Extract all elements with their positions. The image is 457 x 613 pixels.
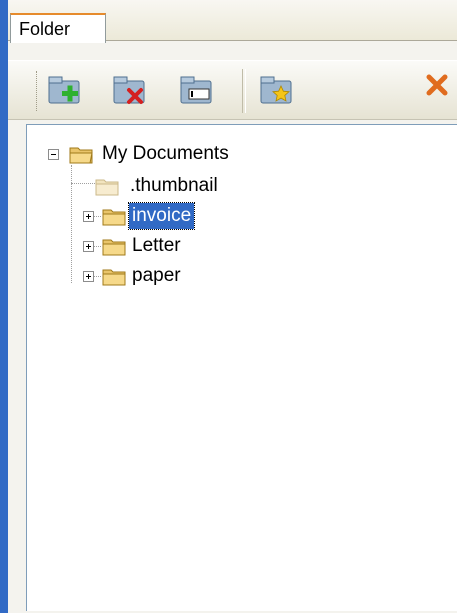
folder-toolbar [8,60,457,120]
tree-node-label: .thumbnail [130,175,218,196]
tree-node-letter[interactable]: Letter [27,233,457,259]
tree-node-paper[interactable]: paper [27,263,457,289]
expand-toggle[interactable] [83,271,94,282]
rename-folder-button[interactable] [178,73,218,109]
toolbar-separator [242,69,246,113]
rename-folder-icon [180,76,212,104]
tree-node-thumbnail[interactable]: .thumbnail [27,173,457,199]
delete-folder-icon [113,76,145,104]
expand-toggle[interactable] [83,241,94,252]
toolbar-grip[interactable] [36,71,41,111]
folder-icon [95,179,119,196]
folder-icon [102,269,126,286]
close-panel-button[interactable] [423,71,457,107]
tree-node-label: paper [132,265,181,286]
tab-folder-label: Folder [19,19,71,39]
collapse-toggle[interactable] [48,149,59,160]
tab-strip: Folder [8,0,457,43]
tab-folder[interactable]: Folder [10,13,106,43]
folder-panel: Folder My Documents .thumbnail invoice L… [8,0,457,613]
favorite-folder-icon [260,76,292,104]
tree-node-my-documents[interactable]: My Documents [27,141,457,167]
new-folder-button[interactable] [46,73,86,109]
favorite-folder-button[interactable] [258,73,298,109]
tree-node-invoice[interactable]: invoice [27,202,457,230]
tree-node-label: invoice [127,202,196,230]
tree-node-label: Letter [132,235,181,256]
delete-folder-button[interactable] [111,73,151,109]
folder-icon [102,209,126,226]
window-edge [0,0,8,613]
tree-node-label: My Documents [102,143,229,164]
folder-icon [102,239,126,256]
new-folder-icon [48,76,80,104]
folder-tree[interactable]: My Documents .thumbnail invoice Letter p… [26,124,457,611]
open-folder-icon [69,147,93,164]
expand-toggle[interactable] [83,211,94,222]
close-icon [426,74,448,96]
